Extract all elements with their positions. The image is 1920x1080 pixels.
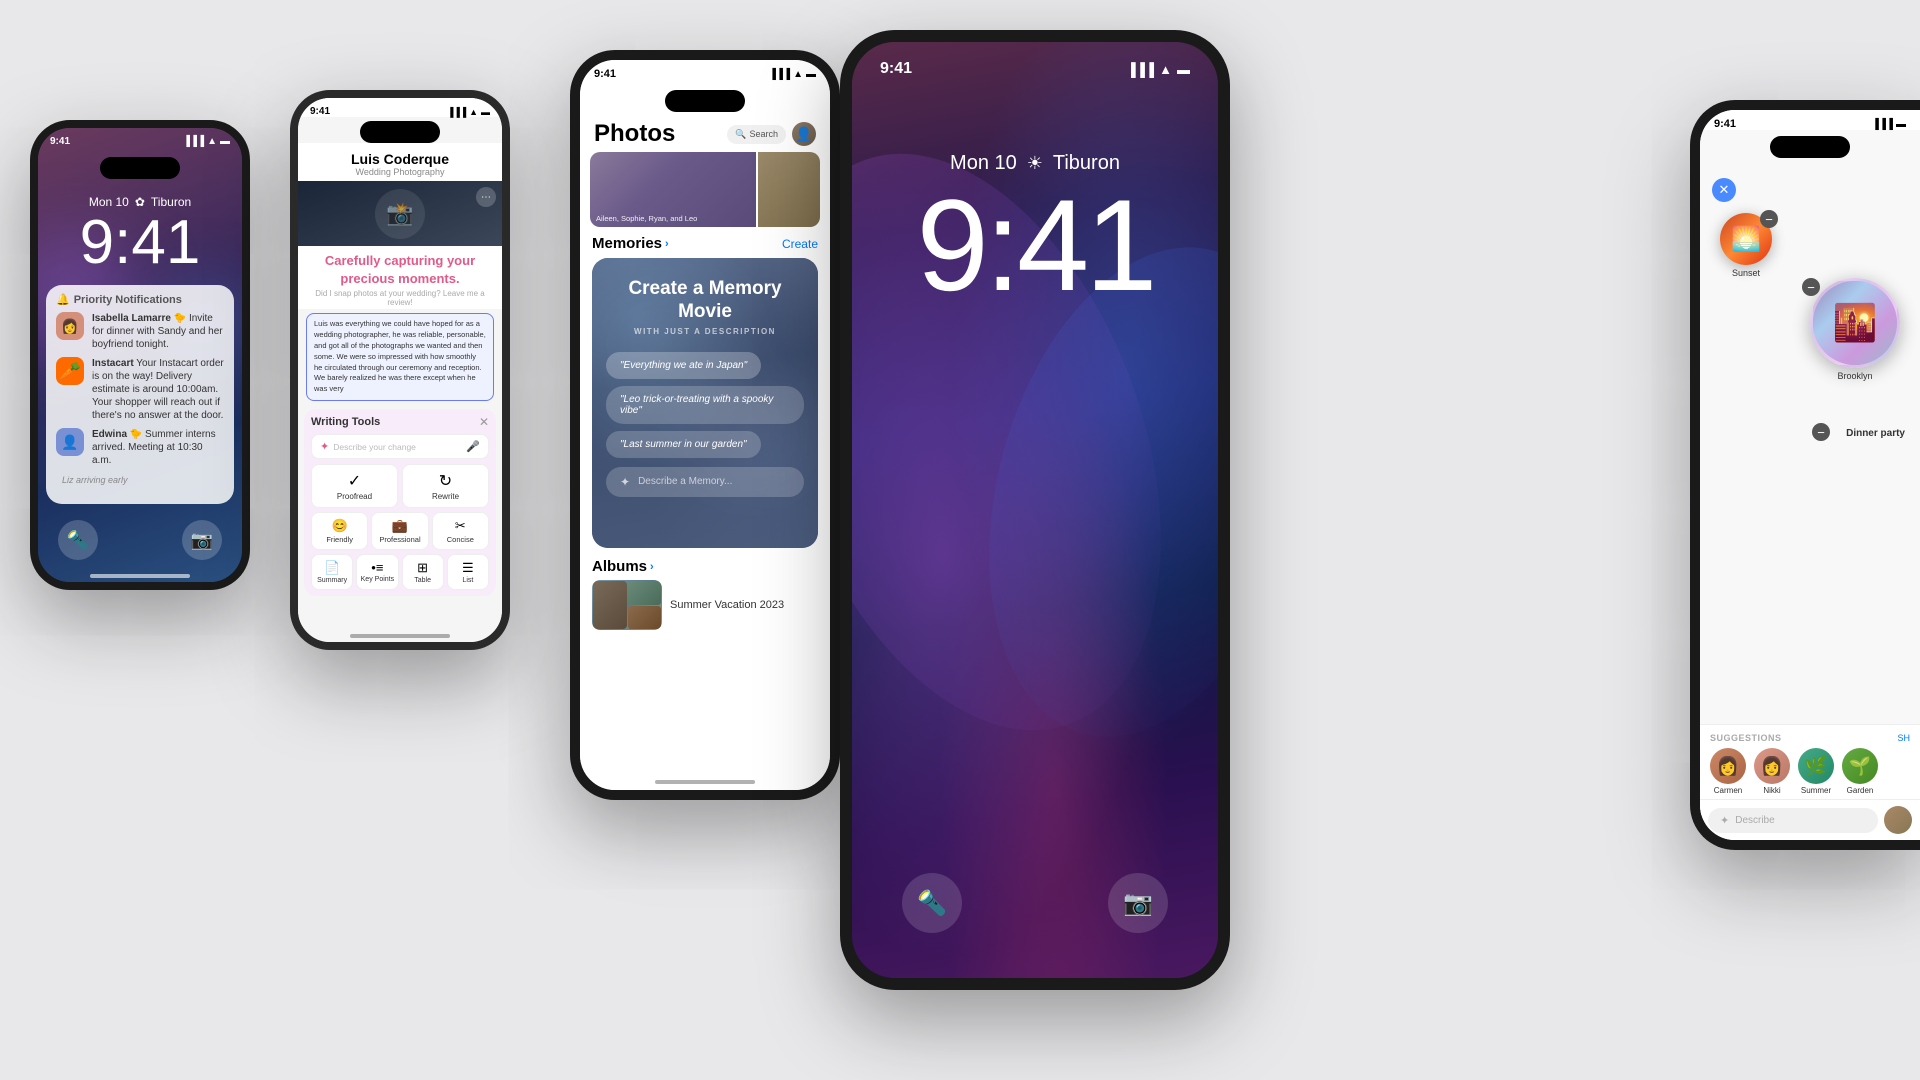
p1-date: Mon 10	[89, 195, 129, 209]
p1-notif-2: 🥕 Instacart Your Instacart order is on t…	[56, 357, 224, 422]
p5-suggest-garden[interactable]: 🌱 Garden	[1842, 748, 1878, 795]
phones-container: 9:41 ▐▐▐ ▲ ▬ Mon 10 ✿ Tiburon 9:41	[0, 0, 1920, 1080]
p3-title: Photos	[594, 120, 675, 148]
p2-professional-btn[interactable]: 💼 Professional	[371, 512, 428, 550]
p3-dynamic-island	[665, 90, 745, 112]
p2-concise-btn[interactable]: ✂ Concise	[432, 512, 489, 550]
p2-wifi: ▲	[469, 107, 478, 117]
p5-dinner-remove-btn[interactable]: −	[1812, 423, 1830, 441]
p2-table-btn[interactable]: ⊞ Table	[402, 554, 444, 590]
p2-home-indicator	[350, 634, 450, 638]
p3-memory-title: Create a Memory Movie	[606, 278, 804, 324]
p5-sunset-remove-btn[interactable]: −	[1760, 210, 1778, 228]
p4-time: 9:41	[872, 180, 1198, 310]
phone-4-lockscreen-large: 9:41 ▐▐▐ ▲ ▬ Mon 10 ☀ Tiburon 9:41 �	[840, 30, 1230, 990]
p1-notif-4: Liz arriving early	[56, 473, 224, 485]
p3-chip-3[interactable]: "Last summer in our garden"	[606, 431, 761, 458]
p1-notif-3: 👤 Edwina 🐤 Summer interns arrived. Meeti…	[56, 428, 224, 467]
p2-proofread-btn[interactable]: ✓ Proofread	[311, 464, 398, 508]
p2-summary-btn[interactable]: 📄 Summary	[311, 554, 353, 590]
p2-status-time: 9:41	[310, 106, 330, 117]
p2-friendly-btn[interactable]: 😊 Friendly	[311, 512, 368, 550]
p1-wifi-icon: ▲	[207, 136, 217, 147]
p3-albums-label: Albums ›	[592, 558, 818, 575]
phone-2-writing-tools: 9:41 ▐▐▐ ▲ ▬ Luis Coderque Wedding Photo…	[290, 90, 510, 650]
p1-camera-btn[interactable]: 📷	[182, 520, 222, 560]
p2-review-prompt: Did I snap photos at your wedding? Leave…	[308, 289, 492, 307]
p3-album-name: Summer Vacation 2023	[670, 599, 784, 611]
p3-home-indicator	[655, 780, 755, 784]
p1-dynamic-island	[100, 157, 180, 179]
p3-create-link[interactable]: Create	[782, 237, 818, 251]
p1-location: Tiburon	[151, 195, 191, 209]
p2-battery: ▬	[481, 107, 490, 117]
p5-dynamic-island	[1770, 136, 1850, 158]
p1-notif-1: 👩 Isabella Lamarre 🐤 Invite for dinner w…	[56, 312, 224, 351]
p3-hero-side	[758, 152, 820, 227]
p5-status-time: 9:41	[1714, 118, 1736, 130]
p3-signal: ▐▐▐	[769, 69, 790, 80]
phone-5-messages: 9:41 ▐▐▐ ▬ ✕ 🌅 Sunset −	[1690, 100, 1920, 850]
p5-suggest-nikki[interactable]: 👩 Nikki	[1754, 748, 1790, 795]
phone-1-lockscreen: 9:41 ▐▐▐ ▲ ▬ Mon 10 ✿ Tiburon 9:41	[30, 120, 250, 590]
p2-tagline-1: Carefully capturing your	[325, 253, 475, 268]
p3-avatar-btn[interactable]: 👤	[792, 122, 816, 146]
p2-mic-icon[interactable]: 🎤	[466, 440, 480, 453]
p5-user-avatar	[1884, 806, 1912, 834]
p3-wifi: ▲	[793, 69, 803, 80]
p3-battery: ▬	[806, 69, 816, 80]
p3-memory-sub: WITH JUST A DESCRIPTION	[634, 327, 776, 336]
p2-signal: ▐▐▐	[447, 107, 466, 117]
p2-dynamic-island	[360, 121, 440, 143]
p2-close-btn[interactable]: ✕	[479, 415, 489, 429]
p2-rewrite-btn[interactable]: ↻ Rewrite	[402, 464, 489, 508]
p3-hero-main: Aileen, Sophie, Ryan, and Leo	[590, 152, 756, 227]
p1-home-indicator	[90, 574, 190, 578]
p4-status-time: 9:41	[880, 60, 912, 78]
p2-review-text: Luis was everything we could have hoped …	[306, 313, 494, 401]
phone-3-photos: 9:41 ▐▐▐ ▲ ▬ Photos 🔍 Search 👤	[570, 50, 840, 800]
p3-status-time: 9:41	[594, 68, 616, 80]
p5-close-btn[interactable]: ✕	[1712, 178, 1736, 202]
p2-list-btn[interactable]: ☰ List	[447, 554, 489, 590]
p5-describe-input[interactable]: ✦ Describe	[1708, 808, 1878, 833]
p1-signal-icon: ▐▐▐	[183, 136, 204, 147]
p3-chip-1[interactable]: "Everything we ate in Japan"	[606, 352, 761, 379]
p2-describe-input[interactable]: Describe your change	[333, 442, 416, 452]
p5-suggest-summer[interactable]: 🌿 Summer	[1798, 748, 1834, 795]
p2-photographer-sub: Wedding Photography	[308, 167, 492, 177]
p1-flashlight-btn[interactable]: 🔦	[58, 520, 98, 560]
p5-brooklyn-bubble[interactable]: 🌇 Brooklyn	[1810, 278, 1900, 381]
p5-dinner-party: Dinner party	[1846, 428, 1905, 439]
p2-key-points-btn[interactable]: •≡ Key Points	[356, 554, 398, 590]
p3-album-item[interactable]: Summer Vacation 2023	[592, 580, 818, 630]
p5-suggest-carmen[interactable]: 👩 Carmen	[1710, 748, 1746, 795]
p1-sun-icon: ✿	[135, 195, 145, 209]
p5-battery: ▬	[1896, 119, 1906, 130]
p3-memories-label: Memories ›	[592, 235, 669, 252]
p3-memory-movie-card[interactable]: Create a Memory Movie WITH JUST A DESCRI…	[592, 258, 818, 548]
p5-show-all[interactable]: SH	[1897, 733, 1910, 743]
p4-battery-icon: ▬	[1177, 62, 1190, 77]
p5-brooklyn-remove-btn[interactable]: −	[1802, 278, 1820, 296]
p4-signal-icon: ▐▐▐	[1126, 62, 1154, 77]
p1-time: 9:41	[48, 209, 232, 277]
p1-battery-icon: ▬	[220, 136, 230, 147]
p5-suggestions-label: SUGGESTIONS	[1710, 733, 1782, 743]
p3-memory-input[interactable]: ✦ Describe a Memory...	[606, 467, 804, 497]
p2-photographer-name: Luis Coderque	[308, 151, 492, 167]
p4-wifi-icon: ▲	[1159, 62, 1172, 77]
p3-chip-2[interactable]: "Leo trick-or-treating with a spooky vib…	[606, 386, 804, 424]
p2-tagline-2: precious moments.	[340, 271, 459, 286]
p5-signal: ▐▐▐	[1872, 119, 1893, 130]
p4-flashlight-btn[interactable]: 🔦	[902, 873, 962, 933]
p1-notif-header: 🔔 Priority Notifications	[56, 293, 224, 306]
p4-camera-btn[interactable]: 📷	[1108, 873, 1168, 933]
p1-status-time: 9:41	[50, 136, 70, 147]
p2-writing-tools-title: Writing Tools	[311, 416, 380, 428]
p3-search-btn[interactable]: 🔍 Search	[727, 125, 786, 144]
